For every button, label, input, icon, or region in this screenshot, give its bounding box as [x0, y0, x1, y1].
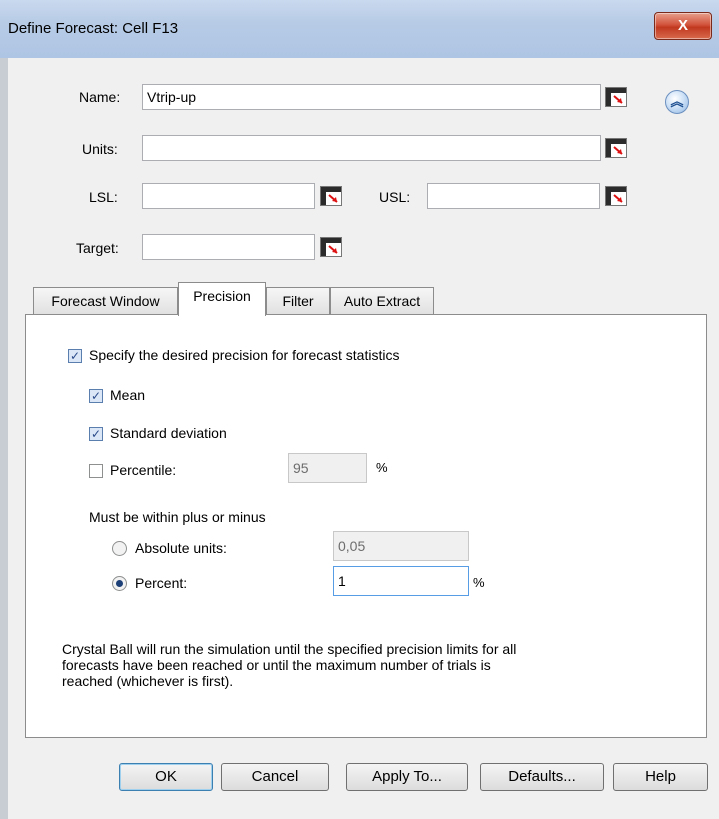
stddev-label: Standard deviation	[110, 425, 227, 441]
absolute-units-radio[interactable]	[112, 541, 127, 556]
precision-note: Crystal Ball will run the simulation unt…	[62, 641, 516, 689]
title-bar: Define Forecast: Cell F13 X	[0, 0, 719, 59]
absolute-units-field[interactable]: 0,05	[333, 531, 469, 561]
target-label: Target:	[76, 240, 119, 256]
tab-precision[interactable]: Precision	[178, 282, 266, 316]
percent-unit: %	[473, 575, 485, 590]
target-cell-reference-icon[interactable]	[320, 237, 342, 257]
name-cell-reference-icon[interactable]	[605, 87, 627, 107]
percentile-checkbox[interactable]	[89, 464, 103, 478]
percent-radio[interactable]	[112, 576, 127, 591]
apply-to-button[interactable]: Apply To...	[346, 763, 468, 791]
target-field[interactable]	[142, 234, 315, 260]
ok-button[interactable]: OK	[119, 763, 213, 791]
percentile-unit: %	[376, 460, 388, 475]
window-edge	[0, 58, 8, 819]
help-button[interactable]: Help	[613, 763, 708, 791]
percent-label: Percent:	[135, 575, 188, 591]
close-button[interactable]: X	[654, 12, 712, 40]
within-label: Must be within plus or minus	[89, 509, 266, 525]
specify-precision-checkbox[interactable]: ✓	[68, 349, 82, 363]
stddev-checkbox[interactable]: ✓	[89, 427, 103, 441]
absolute-units-label: Absolute units:	[135, 540, 227, 556]
name-label: Name:	[79, 89, 121, 105]
precision-note-line-3: reached (whichever is first).	[62, 673, 234, 689]
mean-checkbox[interactable]: ✓	[89, 389, 103, 403]
lsl-field[interactable]	[142, 183, 315, 209]
percentile-field[interactable]: 95	[288, 453, 367, 483]
usl-field[interactable]	[427, 183, 600, 209]
lsl-label: LSL:	[89, 189, 118, 205]
name-field[interactable]: Vtrip-up	[142, 84, 601, 110]
cancel-button[interactable]: Cancel	[221, 763, 329, 791]
precision-note-line-1: Crystal Ball will run the simulation unt…	[62, 641, 517, 657]
precision-note-line-2: forecasts have been reached or until the…	[62, 657, 491, 673]
tab-forecast-window[interactable]: Forecast Window	[33, 287, 178, 314]
tab-filter[interactable]: Filter	[266, 287, 330, 314]
percentile-label: Percentile:	[110, 462, 177, 478]
tab-auto-extract[interactable]: Auto Extract	[330, 287, 434, 314]
lsl-cell-reference-icon[interactable]	[320, 186, 342, 206]
units-label: Units:	[82, 141, 118, 157]
collapse-up-icon[interactable]: ︽	[665, 90, 689, 114]
units-cell-reference-icon[interactable]	[605, 138, 627, 158]
percent-field[interactable]: 1	[333, 566, 469, 596]
usl-label: USL:	[379, 189, 411, 205]
units-field[interactable]	[142, 135, 601, 161]
defaults-button[interactable]: Defaults...	[480, 763, 604, 791]
mean-label: Mean	[110, 387, 146, 403]
specify-precision-label: Specify the desired precision for foreca…	[89, 347, 400, 363]
window-title: Define Forecast: Cell F13	[8, 20, 179, 37]
usl-cell-reference-icon[interactable]	[605, 186, 627, 206]
